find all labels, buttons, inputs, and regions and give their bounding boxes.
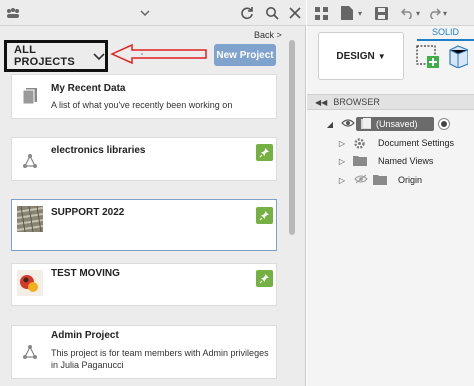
project-description: A list of what you've recently been work… — [51, 100, 233, 110]
browser-title: BROWSER — [333, 97, 380, 107]
grid-menu-icon[interactable] — [313, 4, 329, 22]
tree-item-named-views[interactable]: ▷ Named Views — [307, 153, 474, 169]
scrollbar[interactable] — [289, 40, 295, 235]
document-pill[interactable]: (Unsaved) — [356, 117, 434, 131]
project-title: My Recent Data — [51, 83, 126, 94]
team-hub-icon[interactable] — [4, 4, 22, 22]
project-title: electronics libraries — [51, 145, 146, 156]
undo-icon[interactable] — [400, 4, 414, 22]
all-projects-label: ALL PROJECTS — [14, 44, 75, 68]
expand-triangle-icon[interactable]: ▷ — [338, 139, 346, 148]
document-icon — [360, 118, 374, 130]
workspace-switcher-button[interactable]: DESIGN ▼ — [318, 32, 404, 80]
tree-label: Document Settings — [378, 138, 455, 148]
project-title: Admin Project — [51, 330, 119, 341]
back-link[interactable]: Back > — [254, 30, 282, 40]
chevron-down-icon — [93, 50, 105, 62]
file-icon[interactable] — [339, 4, 355, 22]
create-form-icon[interactable] — [448, 44, 469, 69]
chevron-down-icon[interactable]: ▾ — [414, 4, 422, 22]
browser-header[interactable]: ◀◀ BROWSER — [307, 94, 474, 110]
project-card-electronics-libraries[interactable]: electronics libraries — [11, 137, 277, 181]
save-icon[interactable] — [373, 4, 389, 22]
pin-icon[interactable] — [256, 207, 273, 224]
pin-icon[interactable] — [256, 270, 273, 287]
project-card-recent-data[interactable]: My Recent Data A list of what you've rec… — [11, 74, 277, 119]
tree-item-origin[interactable]: ▷ Origin — [307, 172, 474, 188]
documents-icon — [17, 83, 43, 109]
close-icon[interactable] — [287, 4, 303, 22]
project-thumbnail — [17, 206, 43, 232]
workspace-label: DESIGN — [336, 50, 375, 62]
search-icon[interactable] — [263, 4, 281, 22]
tree-item-document-settings[interactable]: ▷ Document Settings — [307, 135, 474, 151]
new-project-button[interactable]: New Project — [214, 44, 276, 66]
redo-icon[interactable] — [427, 4, 441, 22]
document-name: (Unsaved) — [376, 119, 418, 129]
gear-icon — [353, 137, 367, 149]
project-card-test-moving[interactable]: TEST MOVING — [11, 263, 277, 306]
all-projects-dropdown[interactable]: ALL PROJECTS — [4, 40, 108, 72]
expand-triangle-icon[interactable]: ▷ — [338, 176, 346, 185]
tab-solid[interactable]: SOLID — [417, 27, 474, 41]
data-panel-toolbar — [0, 0, 306, 26]
project-card-support-2022[interactable]: SUPPORT 2022 — [11, 199, 277, 251]
project-icon — [17, 339, 43, 365]
project-thumbnail — [17, 270, 43, 296]
project-card-admin-project[interactable]: Admin Project This project is for team m… — [11, 325, 277, 379]
activate-radio-icon[interactable] — [438, 118, 450, 130]
collapse-panel-icon[interactable]: ◀◀ — [315, 98, 327, 107]
project-title: SUPPORT 2022 — [51, 207, 125, 218]
chevron-down-icon[interactable]: ▾ — [441, 4, 449, 22]
folder-icon — [353, 155, 367, 167]
chevron-down-icon[interactable] — [138, 4, 152, 22]
tree-label: Named Views — [378, 156, 434, 166]
design-toolbar: ▾ ▾ ▾ — [307, 0, 474, 26]
tree-item-root[interactable]: ◢ (Unsaved) — [307, 116, 474, 132]
pin-icon[interactable] — [256, 144, 273, 161]
app-window: Back > ALL PROJECTS New Project My Recen… — [0, 0, 474, 386]
project-title: TEST MOVING — [51, 268, 120, 279]
caret-down-icon: ▼ — [377, 51, 386, 61]
project-description: This project is for team members with Ad… — [51, 348, 269, 370]
refresh-icon[interactable] — [238, 4, 256, 22]
radio-dot — [441, 121, 447, 127]
expand-triangle-icon[interactable]: ▷ — [338, 157, 346, 166]
expand-triangle-icon[interactable]: ◢ — [326, 120, 334, 129]
visibility-eye-icon[interactable] — [341, 118, 355, 130]
annotation-arrow — [110, 43, 207, 65]
chevron-down-icon[interactable]: ▾ — [356, 4, 364, 22]
design-panel: ▾ ▾ ▾ DESIGN ▼ SOLID ◀◀ BROWSER ◢ (Unsav… — [307, 0, 474, 386]
create-sketch-icon[interactable] — [415, 44, 439, 68]
data-panel: Back > ALL PROJECTS New Project My Recen… — [0, 0, 306, 386]
folder-icon — [373, 174, 387, 186]
visibility-hidden-icon[interactable] — [354, 174, 368, 186]
project-icon — [17, 148, 43, 174]
tree-label: Origin — [398, 175, 423, 185]
